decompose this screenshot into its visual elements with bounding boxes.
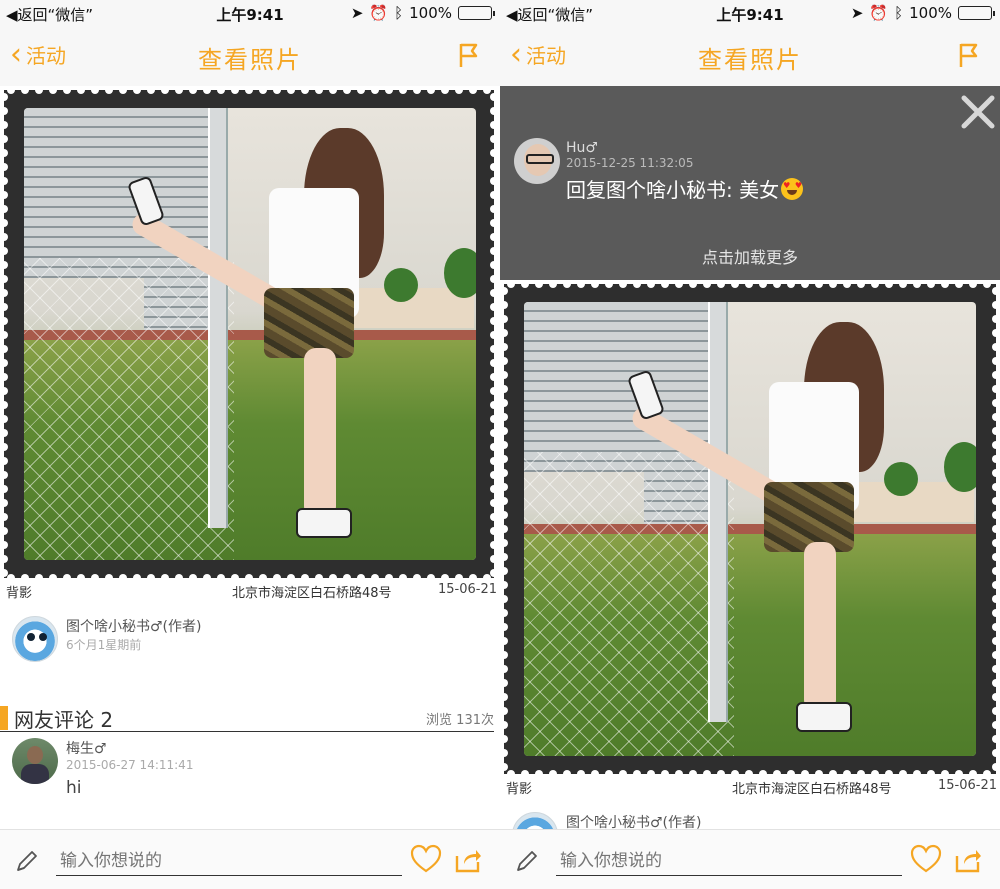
author-name: 图个啥小秘书♂(作者): [66, 619, 202, 635]
flag-icon[interactable]: [958, 42, 980, 68]
photo-location: 北京市海淀区白石桥路48号: [732, 782, 892, 797]
pencil-icon: [17, 851, 37, 871]
photo-caption: 背影: [506, 782, 533, 797]
comment-time: 2015-06-27 14:11:41: [66, 758, 194, 772]
comment-user: 梅生♂: [66, 741, 107, 757]
nav-bar: ‹ 活动 查看照片: [0, 26, 500, 86]
status-bar: ◀返回“微信” 上午9:41 ➤ ⏰ ᛒ 100%: [500, 0, 1000, 26]
overlay-avatar[interactable]: [514, 138, 560, 184]
share-icon[interactable]: [454, 846, 482, 874]
comment-overlay: Hu♂ 2015-12-25 11:32:05 回复图个啥小秘书: 美女 点击加…: [500, 86, 1000, 280]
heart-eyes-emoji-icon: [781, 178, 804, 200]
page-title: 查看照片: [698, 46, 802, 74]
close-icon[interactable]: [960, 94, 996, 130]
heart-icon[interactable]: [910, 844, 942, 874]
comment-input-bar: [0, 829, 500, 889]
overlay-text: 回复图个啥小秘书: 美女: [566, 174, 804, 203]
photo-image: [524, 302, 976, 756]
comment-input[interactable]: [556, 846, 902, 876]
location-arrow-icon: ➤: [850, 4, 864, 22]
photo-caption: 背影: [6, 586, 33, 601]
avatar[interactable]: [12, 616, 58, 662]
status-bar: ◀返回“微信” 上午9:41 ➤ ⏰ ᛒ 100%: [0, 0, 500, 26]
comments-header: 网友评论 2 浏览 131次: [0, 702, 494, 732]
comment-text: hi: [66, 778, 82, 798]
screen-right: ◀返回“微信” 上午9:41 ➤ ⏰ ᛒ 100% ‹ 活动 查看照片 Hu♂ …: [500, 0, 1000, 889]
bluetooth-icon: ᛒ: [894, 4, 904, 22]
overlay-time: 2015-12-25 11:32:05: [566, 156, 694, 170]
battery-icon: [458, 6, 495, 20]
battery-icon: [958, 6, 995, 20]
nav-bar: ‹ 活动 查看照片: [500, 26, 1000, 86]
bluetooth-icon: ᛒ: [394, 4, 404, 22]
load-more-button[interactable]: 点击加载更多: [500, 244, 1000, 268]
photo-image: [24, 108, 476, 560]
battery-percent: 100%: [909, 4, 952, 22]
author-row[interactable]: 图个啥小秘书♂(作者) 6个月1星期前: [12, 616, 201, 662]
view-count: 浏览 131次: [426, 713, 494, 728]
comment-input[interactable]: [56, 846, 402, 876]
section-accent-bar: [0, 706, 8, 730]
comments-title: 网友评论 2: [14, 708, 114, 732]
page-title: 查看照片: [198, 46, 302, 74]
alarm-icon: ⏰: [369, 4, 389, 22]
comment-avatar[interactable]: [12, 738, 58, 784]
share-icon[interactable]: [954, 846, 982, 874]
photo-stamp-frame[interactable]: [504, 284, 996, 774]
overlay-user: Hu♂: [566, 140, 598, 156]
author-relative-time: 6个月1星期前: [66, 638, 142, 652]
comment-item[interactable]: 梅生♂ 2015-06-27 14:11:41 hi: [12, 738, 193, 798]
photo-date: 15-06-21: [438, 582, 498, 597]
flag-icon[interactable]: [458, 42, 480, 68]
photo-stamp-frame[interactable]: [4, 90, 494, 578]
comment-input-bar: [500, 829, 1000, 889]
photo-location: 北京市海淀区白石桥路48号: [232, 586, 392, 601]
location-arrow-icon: ➤: [350, 4, 364, 22]
screen-left: ◀返回“微信” 上午9:41 ➤ ⏰ ᛒ 100% ‹ 活动 查看照片 背影 北…: [0, 0, 500, 889]
battery-percent: 100%: [409, 4, 452, 22]
photo-date: 15-06-21: [938, 778, 998, 793]
alarm-icon: ⏰: [869, 4, 889, 22]
heart-icon[interactable]: [410, 844, 442, 874]
pencil-icon: [517, 851, 537, 871]
